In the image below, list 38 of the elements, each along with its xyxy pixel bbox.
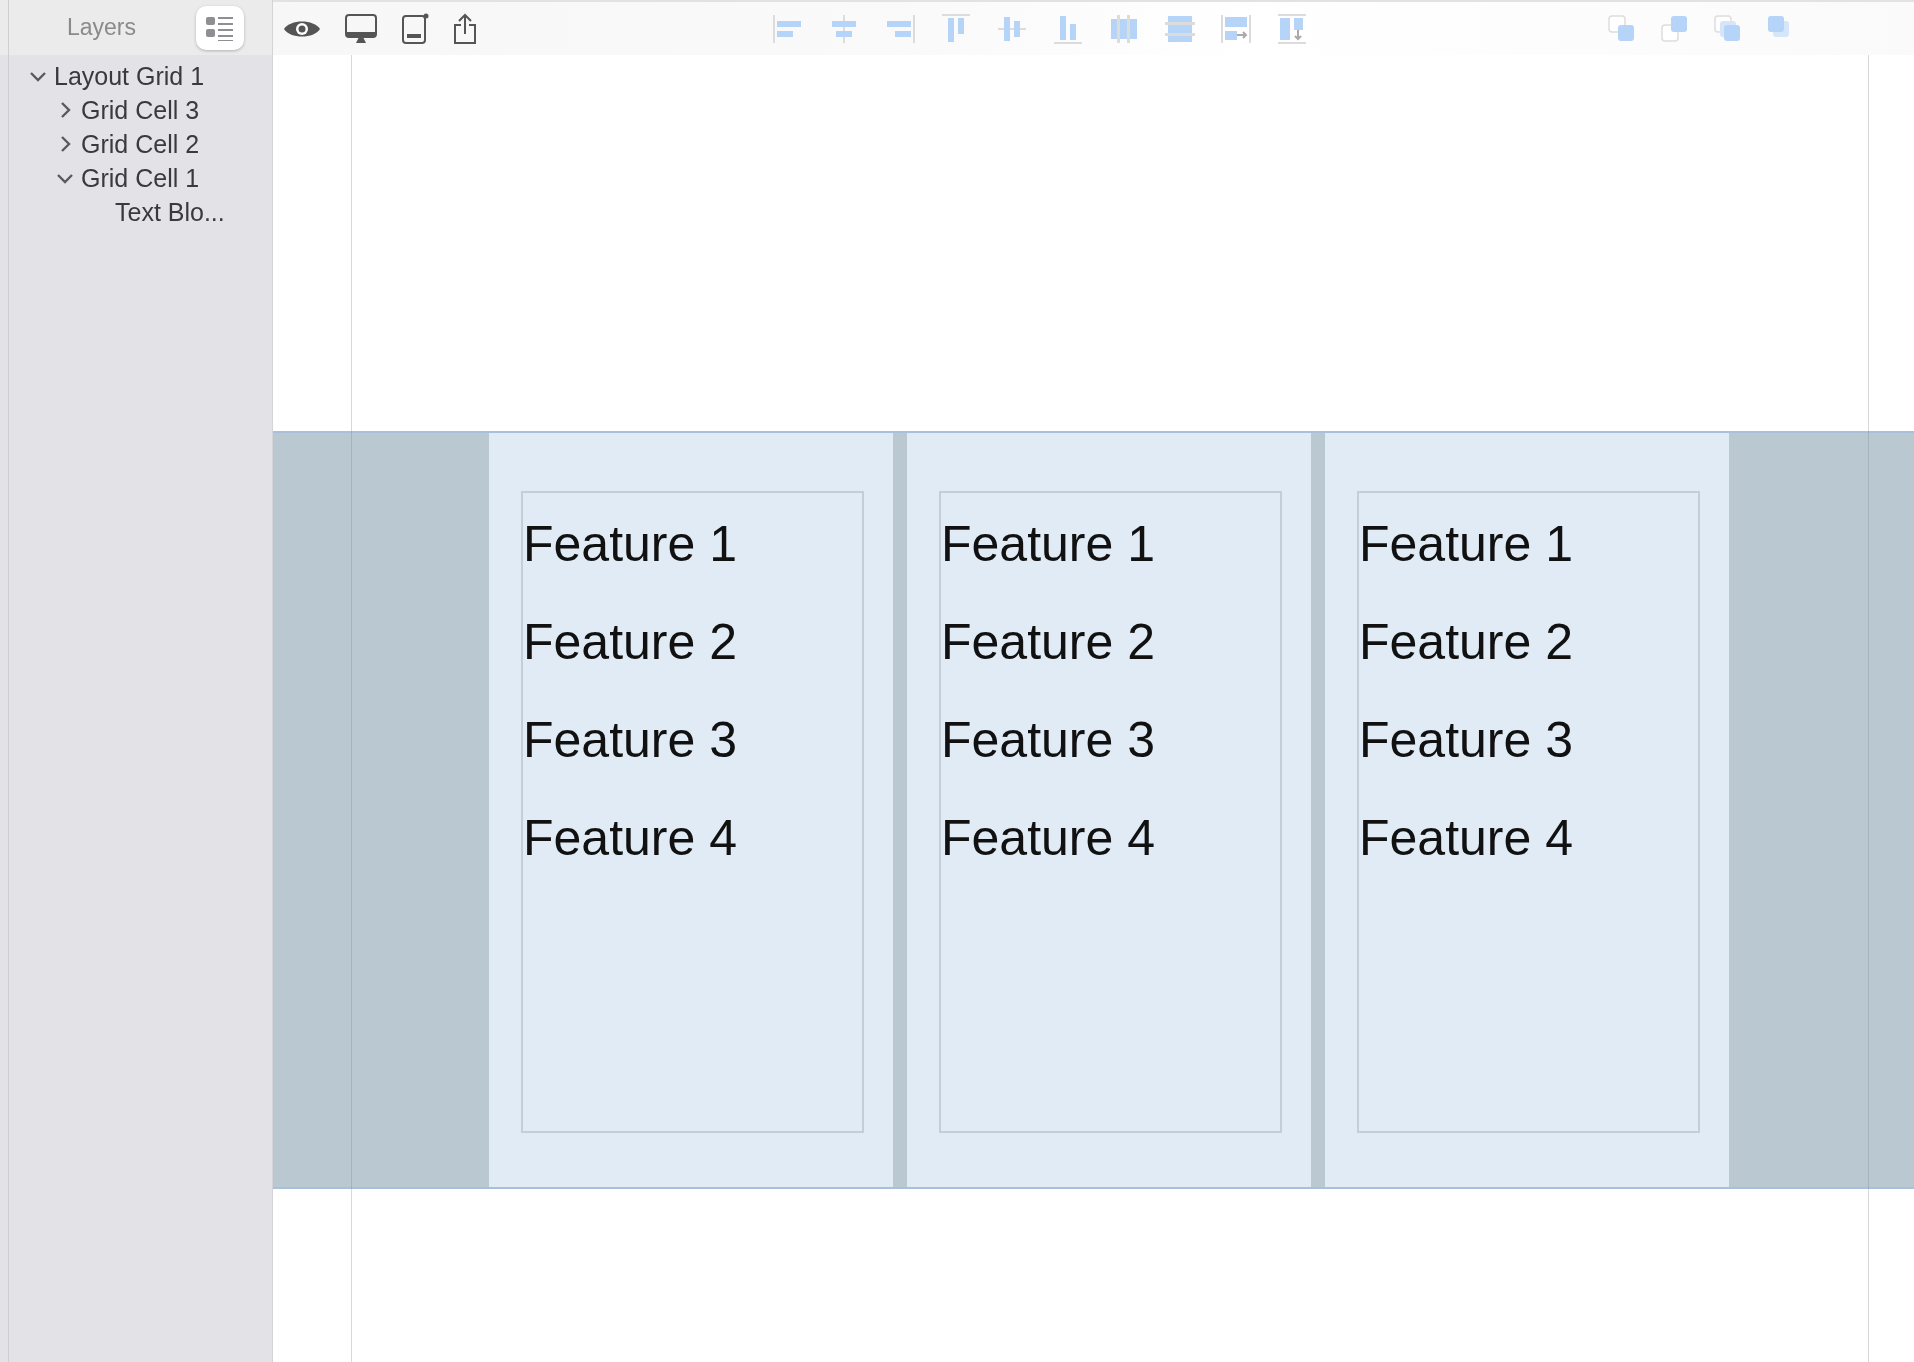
feature-text: Feature 1 <box>1359 515 1574 574</box>
spacing-arrow-right-icon[interactable] <box>1220 12 1252 45</box>
panel-title: Layers <box>66 14 136 41</box>
align-top-icon[interactable] <box>940 12 972 45</box>
send-to-back-icon[interactable] <box>1714 15 1741 42</box>
text-block[interactable]: Feature 1 Feature 2 Feature 3 Feature 4 <box>1357 491 1700 1133</box>
distribute-horizontal-icon[interactable] <box>1108 12 1140 45</box>
grid-cell[interactable]: Feature 1 Feature 2 Feature 3 Feature 4 <box>1325 433 1729 1187</box>
feature-text: Feature 2 <box>1359 613 1574 672</box>
layer-item[interactable]: Grid Cell 1 <box>81 163 200 193</box>
layers-view-button[interactable] <box>196 5 244 50</box>
feature-text: Feature 3 <box>941 711 1156 770</box>
send-backward-icon[interactable] <box>1608 15 1635 42</box>
bring-forward-icon[interactable] <box>1661 15 1688 42</box>
feature-text: Feature 2 <box>523 613 738 672</box>
tablet-icon[interactable] <box>401 12 429 45</box>
text-block[interactable]: Feature 1 Feature 2 Feature 3 Feature 4 <box>939 491 1282 1133</box>
list-icon <box>206 14 234 41</box>
align-left-icon[interactable] <box>772 12 804 45</box>
share-icon[interactable] <box>453 12 477 45</box>
layer-item[interactable]: Layout Grid 1 <box>54 61 205 91</box>
feature-text: Feature 3 <box>1359 711 1574 770</box>
desktop-icon[interactable] <box>345 13 377 44</box>
layer-item[interactable]: Text Blo... <box>115 197 225 227</box>
layer-item[interactable]: Grid Cell 2 <box>81 129 200 159</box>
feature-text: Feature 3 <box>523 711 738 770</box>
feature-text: Feature 1 <box>523 515 738 574</box>
feature-text: Feature 4 <box>1359 809 1574 868</box>
layer-item[interactable]: Grid Cell 3 <box>81 95 200 125</box>
align-right-icon[interactable] <box>884 12 916 45</box>
feature-text: Feature 4 <box>941 809 1156 868</box>
grid-cell[interactable]: Feature 1 Feature 2 Feature 3 Feature 4 <box>907 433 1311 1187</box>
feature-text: Feature 1 <box>941 515 1156 574</box>
grid-cell[interactable]: Feature 1 Feature 2 Feature 3 Feature 4 <box>489 433 893 1187</box>
feature-text: Feature 2 <box>941 613 1156 672</box>
spacing-arrow-down-icon[interactable] <box>1276 12 1308 45</box>
feature-text: Feature 4 <box>523 809 738 868</box>
text-block[interactable]: Feature 1 Feature 2 Feature 3 Feature 4 <box>521 491 864 1133</box>
